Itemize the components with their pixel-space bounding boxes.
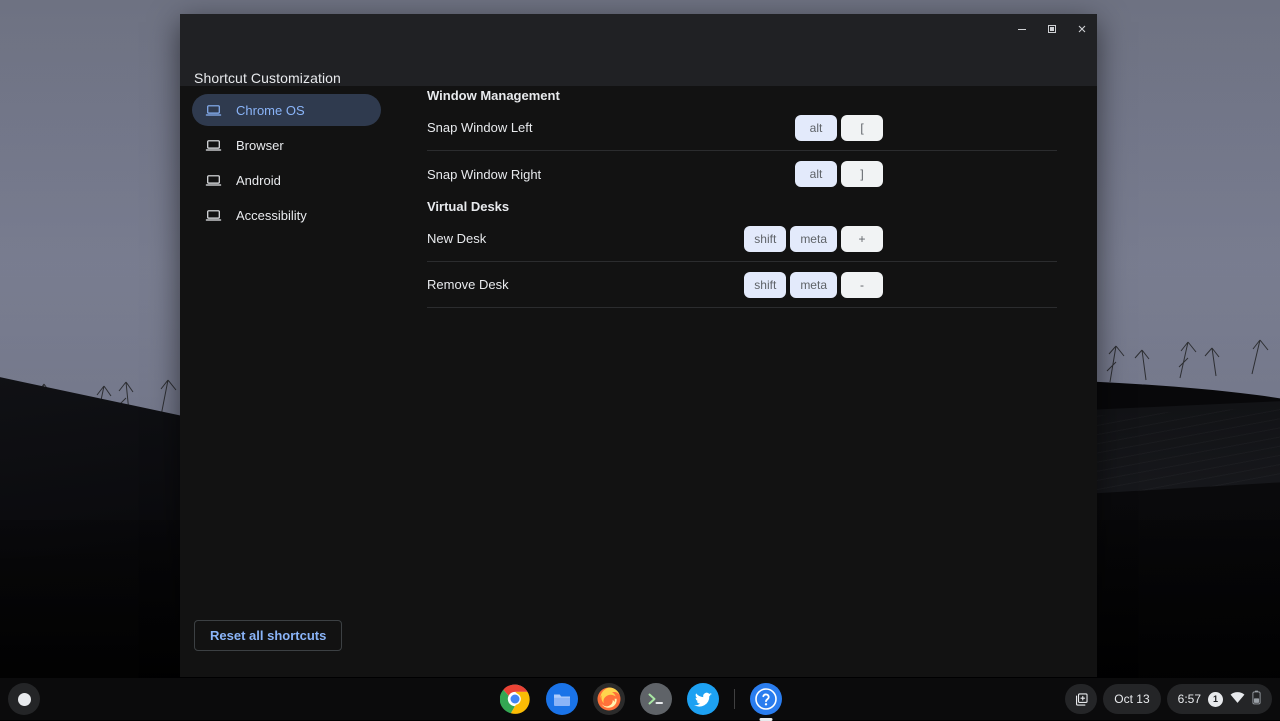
key-combination: alt [	[795, 115, 1057, 141]
reset-all-shortcuts-button[interactable]: Reset all shortcuts	[194, 620, 342, 651]
key-chip: shift	[744, 226, 786, 252]
window-controls	[1007, 14, 1097, 44]
new-desk-icon[interactable]	[1065, 684, 1097, 714]
shortcut-row-new-desk[interactable]: New Desk shift meta +	[427, 216, 1057, 262]
minimize-button[interactable]	[1007, 14, 1037, 44]
section-title-window-management: Window Management	[427, 86, 1057, 103]
key-combination: shift meta -	[744, 272, 1057, 298]
sidebar-nav-list: Chrome OS Browser	[180, 94, 393, 620]
shortcut-label: Remove Desk	[427, 277, 509, 292]
shortcut-row-snap-window-right[interactable]: Snap Window Right alt ]	[427, 151, 1057, 197]
shelf: Oct 13 6:57 1	[0, 678, 1280, 720]
terminal-icon[interactable]	[640, 683, 672, 715]
battery-icon	[1252, 690, 1261, 708]
close-button[interactable]	[1067, 14, 1097, 44]
system-status-area: Oct 13 6:57 1	[1065, 683, 1272, 715]
shortcut-row-remove-desk[interactable]: Remove Desk shift meta -	[427, 262, 1057, 308]
shortcut-customization-window: Shortcut Customization	[180, 14, 1097, 677]
window-titlebar: Shortcut Customization	[180, 14, 1097, 86]
key-chip: -	[841, 272, 883, 298]
notification-badge: 1	[1208, 692, 1223, 707]
status-tray[interactable]: 6:57 1	[1167, 684, 1272, 714]
key-chip: meta	[790, 226, 837, 252]
sidebar: Chrome OS Browser	[180, 86, 393, 677]
page-title: Shortcut Customization	[194, 70, 341, 86]
shortcut-row-snap-window-left[interactable]: Snap Window Left alt [	[427, 105, 1057, 151]
chrome-icon[interactable]	[499, 683, 531, 715]
section-title-virtual-desks: Virtual Desks	[427, 197, 1057, 214]
laptop-icon	[204, 206, 222, 224]
sidebar-item-label: Chrome OS	[236, 103, 305, 118]
shortcuts-content: Window Management Snap Window Left alt […	[393, 86, 1097, 677]
twitter-icon[interactable]	[687, 683, 719, 715]
sidebar-item-label: Accessibility	[236, 208, 307, 223]
sidebar-item-browser[interactable]: Browser	[192, 129, 381, 161]
time-label: 6:57	[1178, 692, 1201, 706]
sidebar-item-label: Browser	[236, 138, 284, 153]
shortcut-label: Snap Window Left	[427, 120, 533, 135]
laptop-icon	[204, 136, 222, 154]
key-chip: [	[841, 115, 883, 141]
key-combination: shift meta +	[744, 226, 1057, 252]
key-chip: ]	[841, 161, 883, 187]
shelf-separator	[734, 689, 735, 709]
laptop-icon	[204, 171, 222, 189]
key-chip: shift	[744, 272, 786, 298]
key-chip: alt	[795, 161, 837, 187]
window-body: Chrome OS Browser	[180, 86, 1097, 677]
key-chip: meta	[790, 272, 837, 298]
files-icon[interactable]	[546, 683, 578, 715]
sidebar-item-chrome-os[interactable]: Chrome OS	[192, 94, 381, 126]
shortcut-label: Snap Window Right	[427, 167, 541, 182]
date-label: Oct 13	[1114, 692, 1149, 706]
key-chip: +	[841, 226, 883, 252]
laptop-icon	[204, 101, 222, 119]
key-chip: alt	[795, 115, 837, 141]
reset-button-container: Reset all shortcuts	[180, 620, 393, 677]
date-pill[interactable]: Oct 13	[1103, 684, 1160, 714]
maximize-button[interactable]	[1037, 14, 1067, 44]
key-combination: alt ]	[795, 161, 1057, 187]
sidebar-item-label: Android	[236, 173, 281, 188]
firefox-icon[interactable]	[593, 683, 625, 715]
shortcut-label: New Desk	[427, 231, 486, 246]
sidebar-item-android[interactable]: Android	[192, 164, 381, 196]
help-icon[interactable]	[750, 683, 782, 715]
wifi-icon	[1230, 691, 1245, 707]
sidebar-item-accessibility[interactable]: Accessibility	[192, 199, 381, 231]
